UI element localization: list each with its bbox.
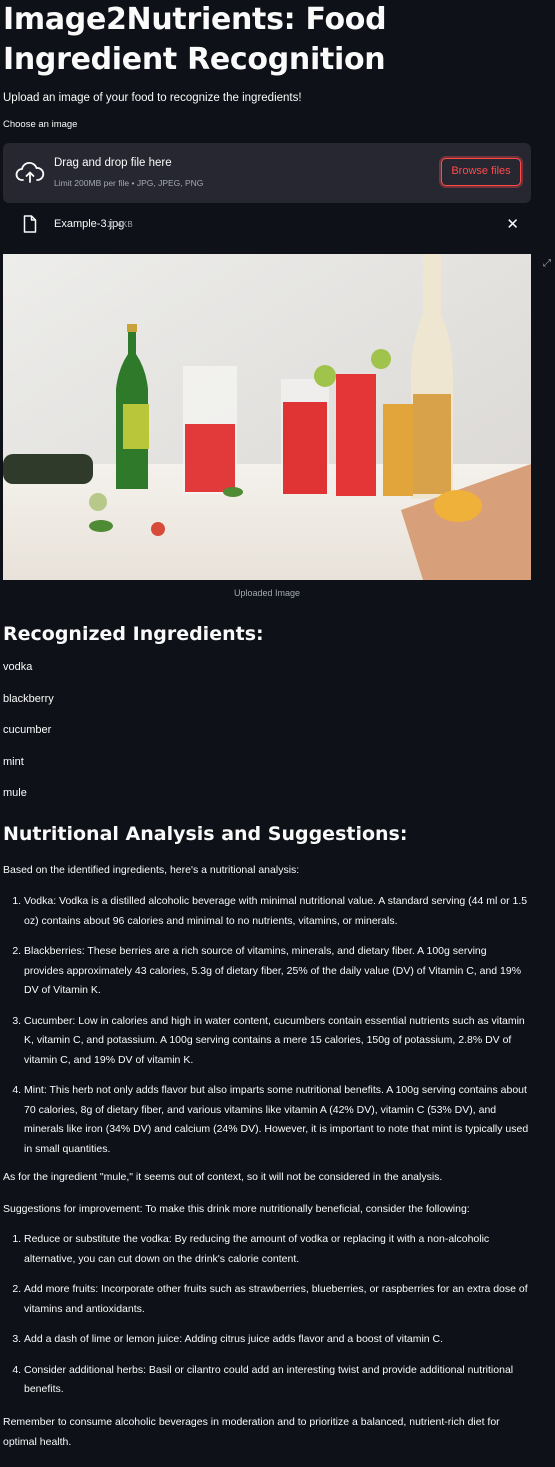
drinks-photo bbox=[3, 254, 531, 580]
suggestion-item: Consider additional herbs: Basil or cila… bbox=[24, 1361, 529, 1400]
close-icon[interactable]: ✕ bbox=[506, 215, 519, 233]
main-container: Image2Nutrients: Food Ingredient Recogni… bbox=[3, 0, 533, 1448]
ingredient-item: cucumber bbox=[3, 724, 52, 736]
suggestions-list: Reduce or substitute the vodka: By reduc… bbox=[3, 1230, 529, 1411]
dropzone-title: Drag and drop file here bbox=[54, 157, 172, 169]
analysis-list: Vodka: Vodka is a distilled alcoholic be… bbox=[3, 892, 529, 1170]
browse-files-button[interactable]: Browse files bbox=[441, 158, 521, 186]
file-icon bbox=[23, 215, 37, 233]
uploaded-image bbox=[3, 254, 531, 580]
page-title: Image2Nutrients: Food Ingredient Recogni… bbox=[3, 2, 387, 77]
uploaded-file-row: Example-3.jpg 11.4KB ✕ bbox=[3, 210, 531, 240]
ingredients-heading: Recognized Ingredients: bbox=[3, 623, 264, 645]
expand-icon[interactable]: ⤢ bbox=[543, 258, 551, 269]
ingredient-item: mule bbox=[3, 787, 27, 799]
closing-note: Remember to consume alcoholic beverages … bbox=[3, 1416, 500, 1448]
analysis-item: Blackberries: These berries are a rich s… bbox=[24, 942, 529, 1001]
analysis-heading: Nutritional Analysis and Suggestions: bbox=[3, 823, 408, 845]
suggestion-item: Add a dash of lime or lemon juice: Addin… bbox=[24, 1330, 529, 1350]
mule-note: As for the ingredient "mule," it seems o… bbox=[3, 1171, 443, 1183]
dropzone-limit: Limit 200MB per file • JPG, JPEG, PNG bbox=[54, 178, 204, 188]
ingredient-item: vodka bbox=[3, 661, 33, 673]
file-dropzone[interactable]: Drag and drop file here Limit 200MB per … bbox=[3, 143, 531, 203]
suggestion-item: Reduce or substitute the vodka: By reduc… bbox=[24, 1230, 529, 1269]
analysis-item: Vodka: Vodka is a distilled alcoholic be… bbox=[24, 892, 529, 931]
analysis-item: Mint: This herb not only adds flavor but… bbox=[24, 1081, 529, 1159]
analysis-intro: Based on the identified ingredients, her… bbox=[3, 864, 300, 876]
analysis-item: Cucumber: Low in calories and high in wa… bbox=[24, 1012, 529, 1071]
uploader-label: Choose an image bbox=[3, 119, 78, 130]
ingredient-item: mint bbox=[3, 755, 24, 768]
image-caption: Uploaded Image bbox=[233, 588, 301, 598]
ingredient-item: blackberry bbox=[3, 692, 54, 705]
suggestions-intro: Suggestions for improvement: To make thi… bbox=[3, 1203, 470, 1215]
file-size: 11.4KB bbox=[107, 220, 133, 229]
ingredients-list: vodka blackberry cucumber mint mule bbox=[3, 661, 54, 819]
cloud-upload-icon bbox=[15, 161, 45, 183]
page-lead: Upload an image of your food to recogniz… bbox=[3, 92, 302, 104]
suggestion-item: Add more fruits: Incorporate other fruit… bbox=[24, 1280, 529, 1319]
